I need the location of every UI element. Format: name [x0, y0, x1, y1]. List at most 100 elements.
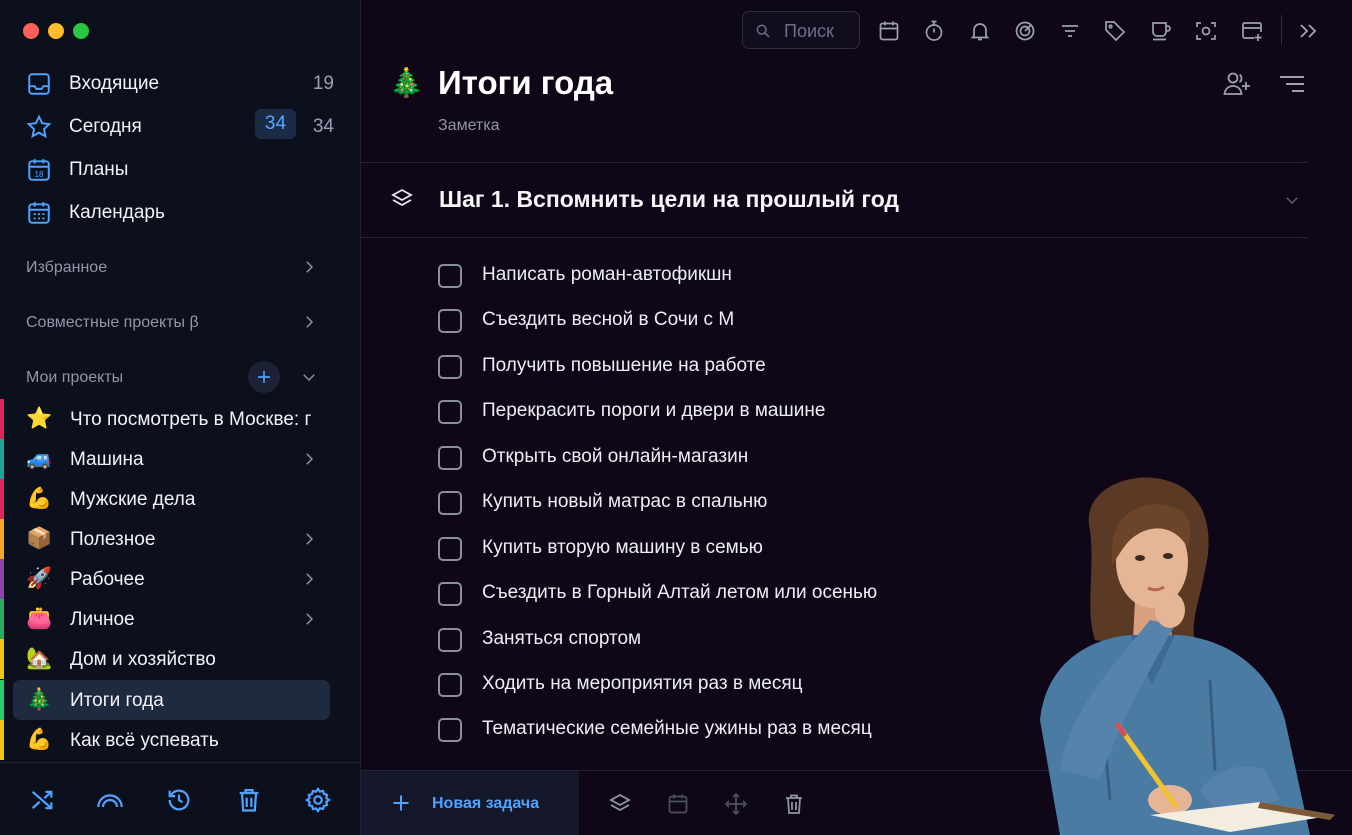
move-icon[interactable]: [724, 792, 748, 816]
focus-icon[interactable]: [1013, 19, 1037, 43]
task-label[interactable]: Купить вторую машину в семью: [482, 537, 763, 559]
add-user-icon[interactable]: [1222, 70, 1252, 98]
task-label[interactable]: Открыть свой онлайн-магазин: [482, 446, 748, 468]
favorites-header[interactable]: Избранное: [26, 259, 107, 277]
project-emoji: 📦: [26, 527, 53, 550]
window-controls: [23, 23, 89, 39]
chevron-right-icon[interactable]: [300, 258, 318, 276]
sidebar: Входящие 19 Сегодня 34 34 18 Планы Кален…: [0, 0, 361, 835]
svg-text:18: 18: [34, 170, 44, 179]
task-label[interactable]: Заняться спортом: [482, 628, 641, 650]
project-item[interactable]: 💪 Мужские дела: [0, 479, 361, 519]
task-checkbox[interactable]: [438, 400, 462, 424]
chevron-down-icon[interactable]: [300, 368, 318, 386]
shuffle-icon[interactable]: [28, 786, 56, 814]
search-input[interactable]: Поиск: [742, 11, 860, 49]
project-item[interactable]: 👛 Личное: [0, 599, 361, 639]
chevron-right-icon[interactable]: [300, 610, 318, 628]
layers-icon[interactable]: [608, 792, 632, 816]
task-checkbox[interactable]: [438, 264, 462, 288]
page-subtitle: Заметка: [438, 117, 500, 134]
add-project-button[interactable]: [248, 361, 280, 393]
task-label[interactable]: Написать роман-автофикшн: [482, 264, 732, 286]
project-item-active[interactable]: 🎄 Итоги года: [0, 680, 361, 720]
inbox-icon: [28, 73, 50, 95]
project-item[interactable]: 💪 Как всё успевать: [0, 720, 361, 760]
task-item: Съездить весной в Сочи с М: [438, 307, 1138, 337]
task-checkbox[interactable]: [438, 309, 462, 333]
project-item[interactable]: 🚙 Машина: [0, 439, 361, 479]
task-label[interactable]: Съездить в Горный Алтай летом или осенью: [482, 582, 877, 604]
task-label[interactable]: Тематические семейные ужины раз в месяц: [482, 718, 872, 740]
task-item: Перекрасить пороги и двери в машине: [438, 398, 1138, 428]
my-projects-header[interactable]: Мои проекты: [26, 369, 123, 387]
project-color-bar: [0, 599, 4, 639]
project-color-bar: [0, 479, 4, 519]
filter-icon[interactable]: [1058, 19, 1082, 43]
task-checkbox[interactable]: [438, 355, 462, 379]
rainbow-icon[interactable]: [96, 786, 124, 814]
close-window-button[interactable]: [23, 23, 39, 39]
page-emoji: 🎄: [389, 67, 424, 98]
scan-icon[interactable]: [1194, 19, 1218, 43]
chevron-right-icon[interactable]: [300, 570, 318, 588]
task-checkbox[interactable]: [438, 718, 462, 742]
section-title[interactable]: Шаг 1. Вспомнить цели на прошлый год: [439, 186, 899, 213]
shared-projects-header[interactable]: Совместные проекты β: [26, 314, 199, 332]
trash-icon[interactable]: [235, 786, 263, 814]
sidebar-item-plans[interactable]: 18 Планы: [0, 149, 361, 189]
history-icon[interactable]: [165, 786, 193, 814]
sidebar-item-today[interactable]: Сегодня 34 34: [0, 106, 361, 146]
page-title[interactable]: Итоги года: [438, 64, 613, 102]
new-task-button[interactable]: Новая задача: [361, 771, 579, 835]
task-label[interactable]: Съездить весной в Сочи с М: [482, 309, 734, 331]
gear-icon[interactable]: [304, 786, 332, 814]
task-item: Получить повышение на работе: [438, 353, 1138, 383]
tag-icon[interactable]: [1103, 19, 1127, 43]
add-window-icon[interactable]: [1240, 19, 1264, 43]
task-checkbox[interactable]: [438, 446, 462, 470]
trash-icon[interactable]: [782, 792, 806, 816]
coffee-icon[interactable]: [1149, 19, 1173, 43]
project-color-bar: [0, 439, 4, 479]
search-icon: [756, 24, 770, 38]
project-item[interactable]: 🚀 Рабочее: [0, 559, 361, 599]
project-item[interactable]: 📦 Полезное: [0, 519, 361, 559]
task-label[interactable]: Купить новый матрас в спальню: [482, 491, 767, 513]
thinking-woman-illustration: [1040, 477, 1335, 835]
project-label: Что посмотреть в Москве: г: [70, 409, 312, 430]
task-checkbox[interactable]: [438, 582, 462, 606]
project-emoji: 💪: [26, 728, 53, 751]
calendar-icon[interactable]: [877, 19, 901, 43]
sidebar-item-calendar[interactable]: Календарь: [0, 192, 361, 232]
task-checkbox[interactable]: [438, 673, 462, 697]
task-checkbox[interactable]: [438, 628, 462, 652]
project-item[interactable]: 🏡 Дом и хозяйство: [0, 639, 361, 679]
chevron-right-icon[interactable]: [300, 450, 318, 468]
task-label[interactable]: Получить повышение на работе: [482, 355, 766, 377]
calendar-grid-icon: [28, 202, 50, 224]
chevron-right-icon[interactable]: [300, 530, 318, 548]
project-item[interactable]: ⭐ Что посмотреть в Москве: г: [0, 399, 361, 439]
expand-icon[interactable]: [1296, 19, 1320, 43]
project-label: Итоги года: [70, 690, 164, 711]
minimize-window-button[interactable]: [48, 23, 64, 39]
timer-icon[interactable]: [922, 19, 946, 43]
new-task-label: Новая задача: [432, 795, 540, 812]
chevron-right-icon[interactable]: [300, 313, 318, 331]
calendar-icon[interactable]: [666, 792, 690, 816]
project-emoji: 🎄: [26, 688, 53, 711]
sidebar-item-inbox[interactable]: Входящие 19: [0, 63, 361, 103]
task-checkbox[interactable]: [438, 491, 462, 515]
task-label[interactable]: Перекрасить пороги и двери в машине: [482, 400, 825, 422]
search-placeholder: Поиск: [784, 21, 834, 41]
zoom-window-button[interactable]: [73, 23, 89, 39]
chevron-down-icon[interactable]: [1283, 191, 1301, 209]
project-label: Полезное: [70, 529, 156, 550]
sort-icon[interactable]: [1277, 70, 1307, 98]
task-label[interactable]: Ходить на мероприятия раз в месяц: [482, 673, 803, 695]
project-color-bar: [0, 399, 4, 439]
bell-icon[interactable]: [968, 19, 992, 43]
calendar-18-icon: 18: [28, 159, 50, 181]
task-checkbox[interactable]: [438, 537, 462, 561]
